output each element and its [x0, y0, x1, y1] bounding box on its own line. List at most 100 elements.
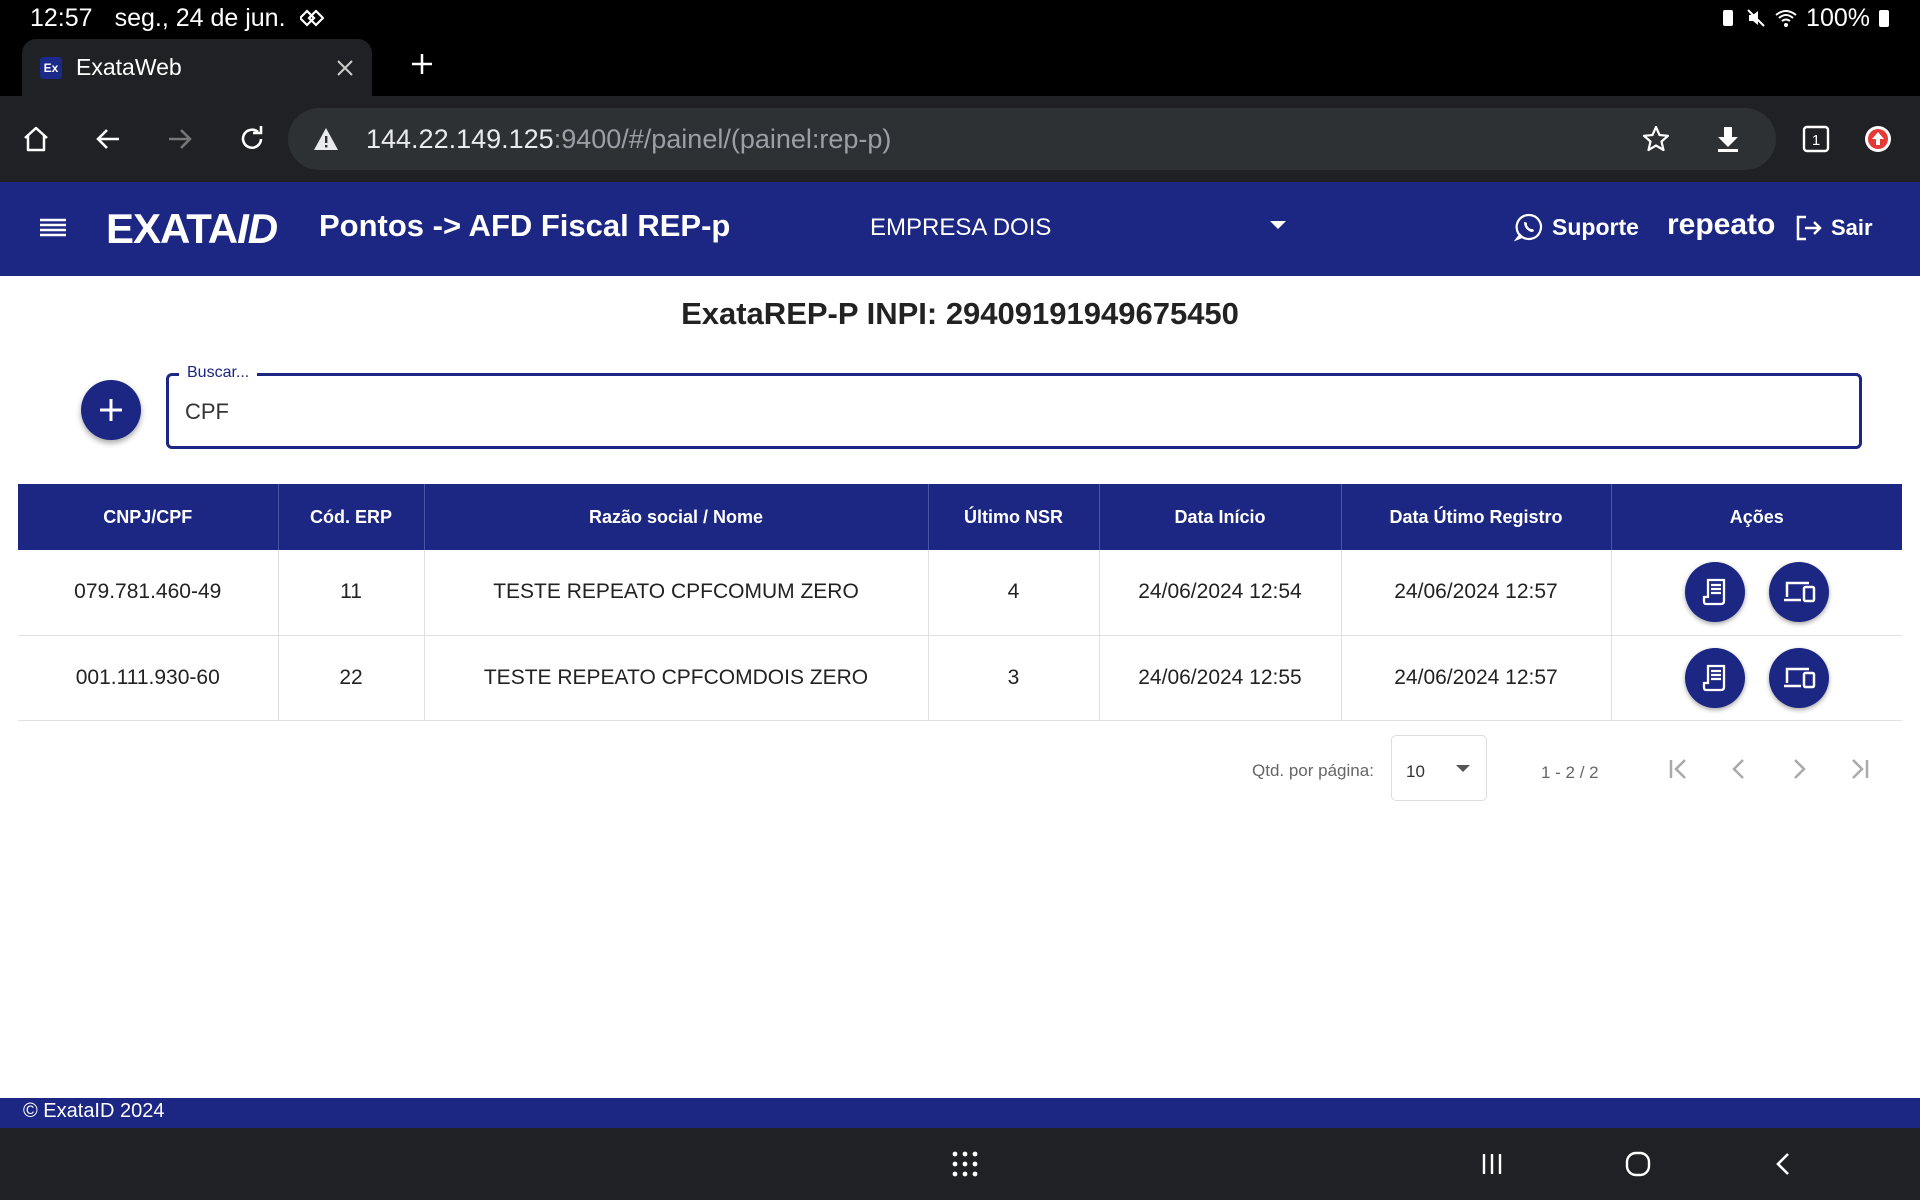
- home-button[interactable]: [12, 115, 60, 163]
- home-icon: [24, 126, 48, 152]
- support-button[interactable]: Suporte: [1514, 212, 1639, 242]
- forward-button[interactable]: [156, 115, 204, 163]
- logo-text: EXATA: [106, 205, 238, 252]
- update-icon: [1865, 126, 1891, 152]
- search-field[interactable]: Buscar...: [166, 364, 1862, 449]
- search-input[interactable]: [183, 394, 1783, 430]
- column-header-cnpj-cpf[interactable]: CNPJ/CPF: [18, 484, 279, 550]
- page-size-value: 10: [1406, 762, 1425, 781]
- footer: © ExataID 2024: [0, 1098, 1920, 1128]
- mute-icon: [1747, 9, 1765, 27]
- cell-data-inicio: 24/06/2024 12:54: [1099, 550, 1342, 636]
- add-button[interactable]: [81, 380, 141, 440]
- battery-icon: [1879, 10, 1889, 27]
- bookmark-button[interactable]: [1632, 115, 1680, 163]
- battery-percent: 100%: [1806, 3, 1870, 32]
- app-drawer-button[interactable]: [947, 1146, 983, 1182]
- logout-icon: [1796, 215, 1822, 241]
- chevron-down-icon: [1456, 765, 1470, 772]
- profile-button[interactable]: [1854, 115, 1902, 163]
- arrow-left-icon: [96, 129, 119, 149]
- system-nav-bar: [0, 1128, 1920, 1200]
- devices-button[interactable]: [1768, 647, 1829, 708]
- star-icon: [1642, 125, 1670, 152]
- cell-actions: [1611, 550, 1902, 636]
- rep-heading: ExataREP-P INPI: 29409191949675450: [681, 296, 1239, 331]
- column-header-cod-erp[interactable]: Cód. ERP: [278, 484, 425, 550]
- warning-icon[interactable]: [312, 125, 340, 153]
- page-range: 1 - 2 / 2: [1541, 763, 1599, 782]
- hamburger-menu-icon[interactable]: [36, 212, 70, 246]
- download-icon: [1718, 127, 1738, 152]
- cell-actions: [1611, 635, 1902, 721]
- recents-icon: [1482, 1154, 1502, 1174]
- battery-saver-icon: [1723, 10, 1734, 26]
- tab-close-icon[interactable]: [332, 55, 358, 81]
- chevron-right-icon: [1794, 759, 1806, 779]
- logout-button[interactable]: Sair: [1793, 212, 1873, 244]
- column-header-data-ultimo-registro[interactable]: Data Útimo Registro: [1341, 484, 1612, 550]
- cell-ultimo-nsr: 3: [928, 635, 1100, 721]
- cell-data-inicio: 24/06/2024 12:55: [1099, 635, 1342, 721]
- browser-toolbar: 144.22.149.125:9400/#/painel/(painel:rep…: [0, 96, 1920, 182]
- search-label: Buscar...: [179, 364, 258, 382]
- last-page-icon: [1852, 759, 1869, 779]
- reload-button[interactable]: [228, 115, 276, 163]
- first-page-icon: [1669, 759, 1686, 779]
- company-select[interactable]: EMPRESA DOIS: [870, 214, 1290, 242]
- paginator: Qtd. por página: 10 1 - 2 / 2: [0, 735, 1920, 803]
- chevron-left-icon: [1732, 759, 1744, 779]
- support-label: Suporte: [1552, 213, 1639, 240]
- last-page-button[interactable]: [1842, 752, 1876, 786]
- recents-button[interactable]: [1474, 1146, 1510, 1182]
- url-path: :9400/#/painel/(painel:rep-p): [553, 123, 892, 154]
- grid-dots-icon: [952, 1151, 978, 1177]
- chevron-left-icon: [1776, 1153, 1789, 1175]
- status-bar: 12:57 seg., 24 de jun. 100%: [0, 0, 1920, 36]
- download-button[interactable]: [1704, 115, 1752, 163]
- page-size-select[interactable]: 10: [1391, 735, 1487, 801]
- address-bar[interactable]: 144.22.149.125:9400/#/painel/(painel:rep…: [288, 108, 1776, 170]
- username: repeato: [1667, 208, 1776, 241]
- column-header-ultimo-nsr[interactable]: Último NSR: [928, 484, 1100, 550]
- receipt-button[interactable]: [1684, 562, 1745, 623]
- status-time: 12:57: [30, 3, 93, 32]
- new-tab-button[interactable]: [404, 44, 440, 84]
- table-row: 079.781.460-49 11 TESTE REPEATO CPFCOMUM…: [18, 550, 1902, 636]
- page-title: Pontos -> AFD Fiscal REP-p: [319, 208, 731, 243]
- first-page-button[interactable]: [1662, 752, 1696, 786]
- url-host: 144.22.149.125: [366, 123, 554, 154]
- column-header-razao-social[interactable]: Razão social / Nome: [424, 484, 929, 550]
- devices-button[interactable]: [1768, 562, 1829, 623]
- status-date: seg., 24 de jun.: [114, 3, 286, 32]
- browser-tab-strip: Ex ExataWeb: [0, 36, 1920, 96]
- home-nav-button[interactable]: [1620, 1146, 1656, 1182]
- rep-table: CNPJ/CPF Cód. ERP Razão social / Nome Úl…: [18, 484, 1902, 721]
- back-nav-button[interactable]: [1766, 1146, 1802, 1182]
- tab-count-icon: 1: [1802, 125, 1830, 153]
- cell-cod-erp: 22: [278, 635, 425, 721]
- column-header-data-inicio[interactable]: Data Início: [1099, 484, 1342, 550]
- cell-cod-erp: 11: [278, 550, 425, 636]
- devices-icon: [1783, 667, 1815, 688]
- column-header-acoes: Ações: [1611, 484, 1902, 550]
- reload-icon: [241, 126, 263, 149]
- favicon-icon: Ex: [40, 56, 62, 79]
- tab-title: ExataWeb: [76, 54, 182, 80]
- tab-switcher-button[interactable]: 1: [1792, 115, 1840, 163]
- app-header: EXATA ID Pontos -> AFD Fiscal REP-p EMPRE…: [0, 182, 1920, 276]
- company-name: EMPRESA DOIS: [870, 214, 1052, 241]
- previous-page-button[interactable]: [1722, 752, 1756, 786]
- next-page-button[interactable]: [1782, 752, 1816, 786]
- receipt-button[interactable]: [1684, 647, 1745, 708]
- back-button[interactable]: [84, 115, 132, 163]
- cell-nome: TESTE REPEATO CPFCOMUM ZERO: [424, 550, 929, 636]
- browser-tab[interactable]: Ex ExataWeb: [22, 39, 372, 96]
- cell-nome: TESTE REPEATO CPFCOMDOIS ZERO: [424, 635, 929, 721]
- cell-cnpj-cpf: 001.111.930-60: [18, 635, 279, 721]
- home-circle-icon: [1625, 1151, 1651, 1177]
- table-row: 001.111.930-60 22 TESTE REPEATO CPFCOMDO…: [18, 635, 1902, 721]
- cell-cnpj-cpf: 079.781.460-49: [18, 550, 279, 636]
- devices-icon: [1783, 582, 1815, 603]
- table-header-row: CNPJ/CPF Cód. ERP Razão social / Nome Úl…: [18, 484, 1902, 550]
